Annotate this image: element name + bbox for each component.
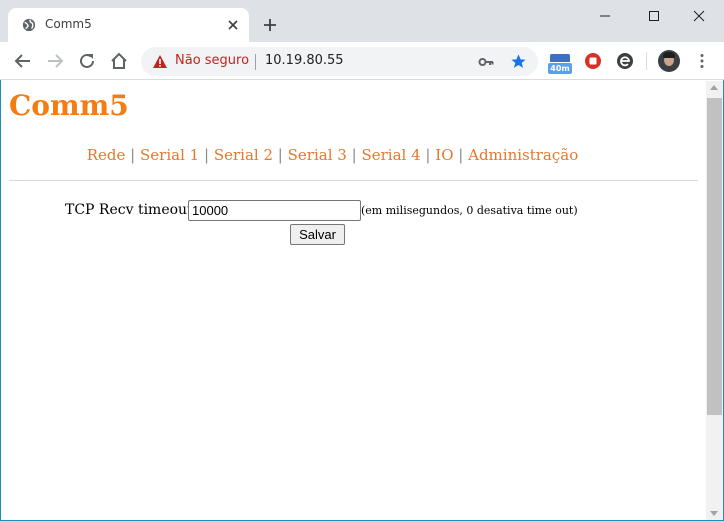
nav-link-serial-3[interactable]: Serial 3 [288, 146, 347, 164]
nav-link-administracao[interactable]: Administração [468, 146, 578, 164]
divider [9, 180, 698, 181]
extension-badge: 40m [548, 63, 572, 74]
avatar-hair [663, 52, 675, 58]
timeout-label: TCP Recv timeout [65, 202, 193, 218]
minimize-icon[interactable] [598, 9, 612, 23]
nav-separator: | [351, 146, 357, 164]
security-status[interactable]: Não seguro [175, 53, 249, 68]
forward-arrow-icon[interactable] [46, 52, 64, 70]
timeout-hint: (em milisegundos, 0 desativa time out) [361, 204, 578, 217]
nav-separator: | [458, 146, 464, 164]
nav-separator: | [130, 146, 136, 164]
back-arrow-icon[interactable] [14, 52, 32, 70]
address-bar[interactable]: Não seguro 10.19.80.55 [141, 47, 538, 76]
globe-icon [22, 18, 36, 32]
toolbar-divider [646, 52, 647, 70]
vertical-scrollbar[interactable] [706, 81, 723, 520]
tab-title: Comm5 [45, 17, 92, 31]
calendar-icon-top [550, 54, 570, 62]
nav-separator: | [203, 146, 210, 164]
profile-avatar[interactable] [658, 50, 680, 72]
nav-separator: | [425, 146, 431, 164]
scroll-up-arrow-icon[interactable] [710, 85, 718, 90]
reload-icon[interactable] [78, 52, 96, 70]
site-title: Comm5 [9, 89, 129, 122]
calendar-extension-icon[interactable]: 40m [548, 52, 572, 76]
scroll-thumb[interactable] [707, 98, 722, 415]
timeout-input[interactable] [188, 200, 361, 221]
tab-strip: Comm5 [0, 0, 724, 42]
nav-link-serial-4[interactable]: Serial 4 [361, 146, 420, 164]
maximize-icon[interactable] [647, 9, 661, 23]
tab-comm5[interactable]: Comm5 [8, 8, 249, 42]
kebab-menu-icon[interactable] [699, 53, 705, 69]
nav-link-rede[interactable]: Rede [87, 146, 126, 164]
nav-separator: | [277, 146, 283, 164]
new-tab-icon[interactable] [262, 17, 278, 33]
home-icon[interactable] [110, 52, 128, 70]
scroll-down-arrow-icon[interactable] [710, 511, 718, 516]
main-nav: Rede | Serial 1 | Serial 2 | Serial 3 | … [1, 146, 664, 164]
close-tab-icon[interactable] [226, 18, 240, 32]
record-extension-icon[interactable] [584, 52, 602, 70]
url-text[interactable]: 10.19.80.55 [265, 53, 344, 68]
close-window-icon[interactable] [692, 9, 706, 23]
key-icon[interactable] [478, 54, 494, 70]
nav-link-serial-1[interactable]: Serial 1 [140, 146, 199, 164]
save-button[interactable]: Salvar [290, 224, 345, 245]
page-content: Comm5 Rede | Serial 1 | Serial 2 | Seria… [1, 81, 705, 520]
bookmark-star-icon[interactable] [510, 53, 527, 70]
nav-link-serial-2[interactable]: Serial 2 [214, 146, 273, 164]
e-extension-icon[interactable] [616, 52, 634, 70]
omnibox-divider [255, 54, 256, 70]
warning-icon[interactable] [152, 54, 168, 69]
nav-link-io[interactable]: IO [435, 146, 453, 164]
